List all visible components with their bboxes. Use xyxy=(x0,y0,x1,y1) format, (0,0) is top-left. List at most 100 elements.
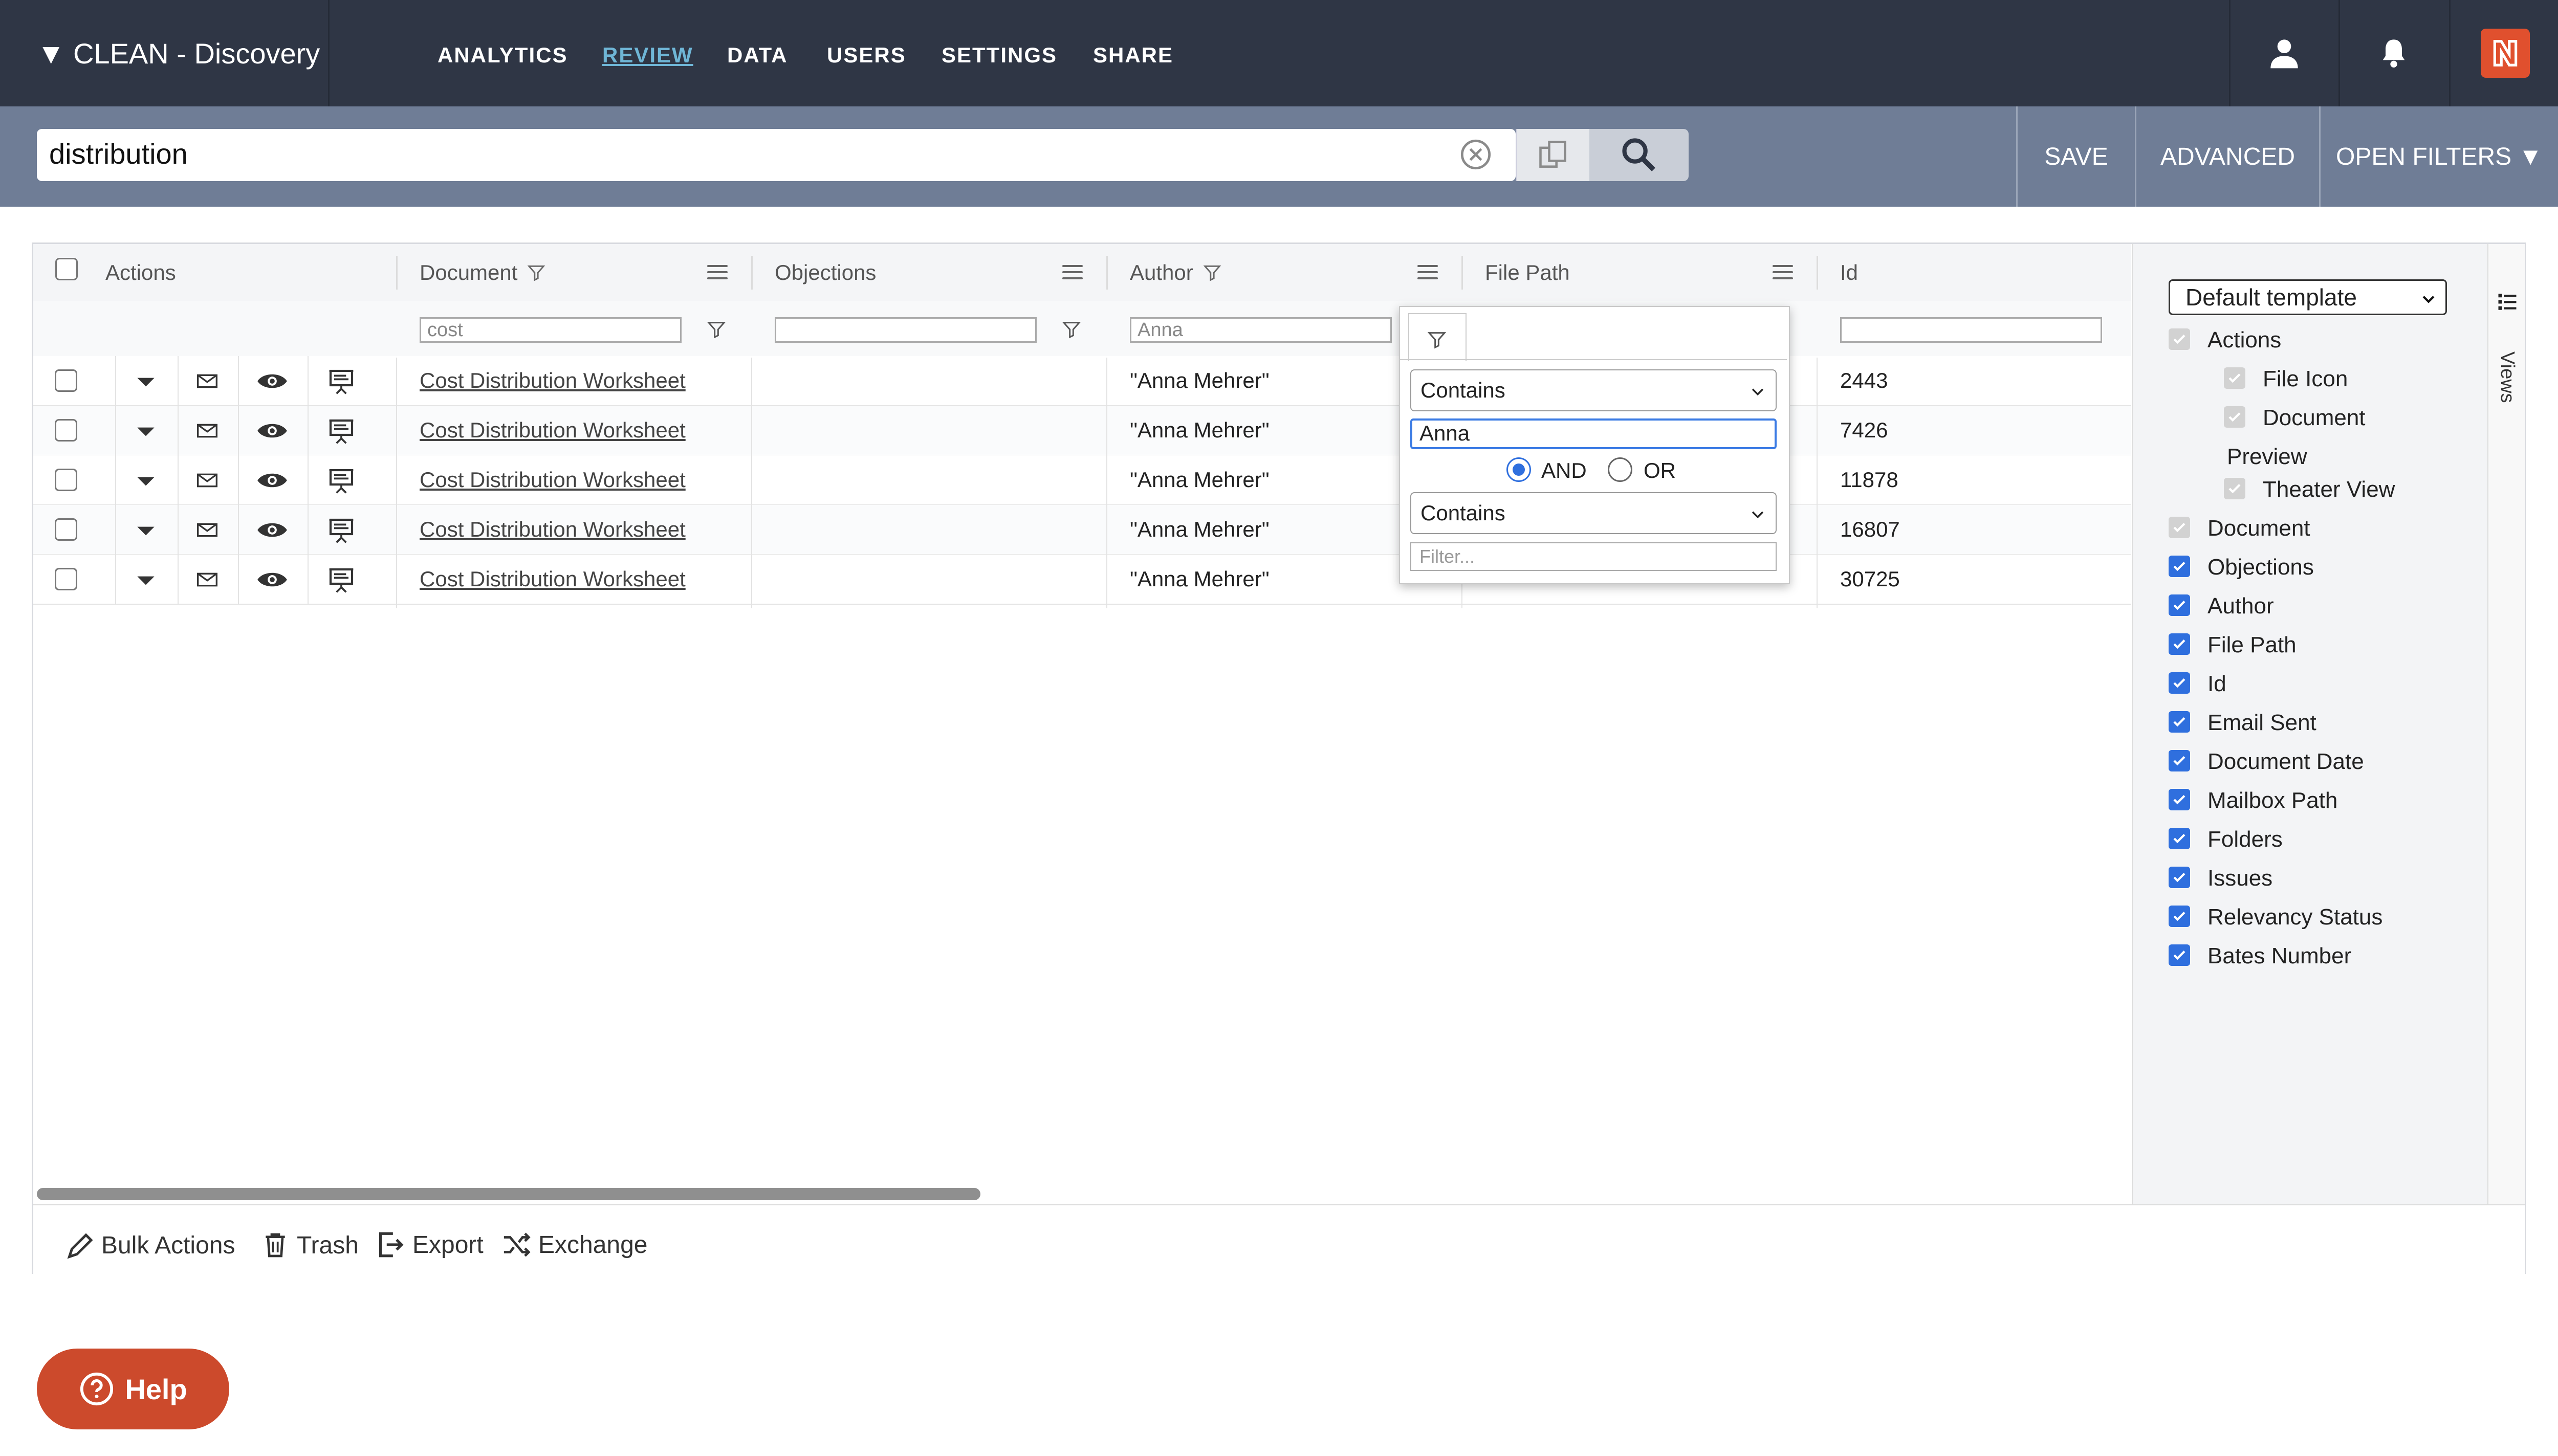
column-toggle-checkbox[interactable] xyxy=(2169,633,2190,655)
caret-down-icon[interactable] xyxy=(136,424,156,439)
objections-filter-input[interactable] xyxy=(775,317,1037,343)
envelope-icon[interactable] xyxy=(197,522,217,538)
column-resize-handle[interactable] xyxy=(1461,256,1463,290)
column-header-objections[interactable]: Objections xyxy=(775,244,876,301)
nav-review[interactable]: REVIEW xyxy=(602,43,693,68)
brand-logo-button[interactable] xyxy=(2449,0,2558,106)
filter-funnel-icon xyxy=(1203,265,1221,281)
caret-down-icon[interactable] xyxy=(136,374,156,390)
column-header-file-path[interactable]: File Path xyxy=(1485,244,1570,301)
filter-funnel-icon[interactable] xyxy=(706,319,727,340)
caret-down-icon[interactable] xyxy=(136,573,156,588)
column-toggle-checkbox[interactable] xyxy=(2169,867,2190,888)
eye-icon[interactable] xyxy=(256,520,288,540)
document-link[interactable]: Cost Distribution Worksheet xyxy=(420,555,686,604)
eye-icon[interactable] xyxy=(256,421,288,440)
column-resize-handle[interactable] xyxy=(1106,256,1108,290)
copy-search-button[interactable] xyxy=(1516,129,1590,181)
column-toggle-checkbox[interactable] xyxy=(2169,594,2190,616)
exchange-button[interactable]: Exchange xyxy=(501,1230,648,1260)
and-radio[interactable] xyxy=(1506,457,1531,482)
notifications-button[interactable] xyxy=(2338,0,2447,106)
column-toggle-checkbox[interactable] xyxy=(2169,789,2190,810)
user-icon xyxy=(2270,39,2298,69)
column-header-id[interactable]: Id xyxy=(1840,244,1858,301)
help-button[interactable]: Help xyxy=(37,1349,229,1429)
caret-down-icon[interactable] xyxy=(136,523,156,539)
document-link[interactable]: Cost Distribution Worksheet xyxy=(420,356,686,405)
chevron-down-icon xyxy=(1752,511,1764,519)
column-resize-handle[interactable] xyxy=(751,256,753,290)
popup-filter-tab[interactable] xyxy=(1408,313,1467,361)
clear-search-button[interactable] xyxy=(1459,138,1492,171)
condition-select-2[interactable]: Contains xyxy=(1410,492,1777,534)
envelope-icon[interactable] xyxy=(197,572,217,587)
horizontal-scrollbar[interactable] xyxy=(37,1188,980,1200)
eye-icon[interactable] xyxy=(256,570,288,589)
column-header-author[interactable]: Author xyxy=(1130,244,1222,301)
template-select[interactable]: Default template xyxy=(2169,279,2447,315)
filter-funnel-icon[interactable] xyxy=(1061,319,1082,340)
condition-select-1[interactable]: Contains xyxy=(1410,369,1777,411)
row-checkbox[interactable] xyxy=(55,419,77,442)
envelope-icon[interactable] xyxy=(197,423,217,438)
caret-down-icon[interactable] xyxy=(136,474,156,489)
column-menu-icon[interactable] xyxy=(707,265,728,280)
document-link[interactable]: Cost Distribution Worksheet xyxy=(420,455,686,504)
column-menu-icon[interactable] xyxy=(1062,265,1083,280)
open-filters-button[interactable]: OPEN FILTERS ▼ xyxy=(2319,106,2558,207)
column-resize-handle[interactable] xyxy=(1817,256,1818,290)
column-header-document[interactable]: Document xyxy=(420,244,546,301)
presentation-icon[interactable] xyxy=(327,467,356,495)
advanced-button[interactable]: ADVANCED xyxy=(2135,106,2319,207)
presentation-icon[interactable] xyxy=(327,566,356,594)
column-menu-icon[interactable] xyxy=(1773,265,1793,280)
presentation-icon[interactable] xyxy=(327,417,356,446)
eye-icon[interactable] xyxy=(256,371,288,391)
column-menu-icon[interactable] xyxy=(1417,265,1438,280)
row-checkbox[interactable] xyxy=(55,369,77,392)
document-link[interactable]: Cost Distribution Worksheet xyxy=(420,406,686,455)
nav-users[interactable]: USERS xyxy=(827,43,906,68)
eye-icon[interactable] xyxy=(256,471,288,490)
nav-analytics[interactable]: ANALYTICS xyxy=(438,43,567,68)
id-filter-input[interactable] xyxy=(1840,317,2102,343)
document-link[interactable]: Cost Distribution Worksheet xyxy=(420,505,686,554)
nav-share[interactable]: SHARE xyxy=(1093,43,1173,68)
shuffle-icon xyxy=(504,1232,531,1257)
column-toggle-checkbox[interactable] xyxy=(2169,556,2190,577)
envelope-icon[interactable] xyxy=(197,373,217,389)
envelope-icon[interactable] xyxy=(197,473,217,488)
views-sidebar-tab[interactable]: Views xyxy=(2487,244,2525,1206)
column-toggle-checkbox[interactable] xyxy=(2169,672,2190,694)
search-input[interactable] xyxy=(37,129,1516,181)
export-label: Export xyxy=(412,1231,484,1259)
user-profile-button[interactable] xyxy=(2229,0,2338,106)
column-resize-handle[interactable] xyxy=(396,256,398,290)
column-toggle-checkbox[interactable] xyxy=(2169,944,2190,966)
column-toggle-checkbox[interactable] xyxy=(2169,711,2190,733)
trash-button[interactable]: Trash xyxy=(261,1230,359,1261)
row-checkbox[interactable] xyxy=(55,518,77,541)
column-divider xyxy=(1106,358,1107,608)
presentation-icon[interactable] xyxy=(327,367,356,396)
presentation-icon[interactable] xyxy=(327,516,356,545)
select-all-checkbox[interactable] xyxy=(55,258,78,280)
filter-value-input-2[interactable]: Filter... xyxy=(1410,542,1777,571)
bulk-actions-button[interactable]: Bulk Actions xyxy=(65,1230,235,1261)
save-button[interactable]: SAVE xyxy=(2016,106,2135,207)
column-toggle-checkbox[interactable] xyxy=(2169,828,2190,849)
app-title-dropdown[interactable]: ▼ CLEAN - Discovery xyxy=(0,0,330,106)
column-toggle-checkbox[interactable] xyxy=(2169,750,2190,771)
author-filter-input[interactable]: Anna xyxy=(1130,317,1392,343)
export-button[interactable]: Export xyxy=(376,1230,484,1260)
search-button[interactable] xyxy=(1589,129,1689,181)
filter-value-input-1[interactable]: Anna xyxy=(1410,418,1777,449)
or-radio[interactable] xyxy=(1608,457,1632,482)
row-checkbox[interactable] xyxy=(55,469,77,491)
column-toggle-checkbox[interactable] xyxy=(2169,906,2190,927)
nav-settings[interactable]: SETTINGS xyxy=(942,43,1057,68)
row-checkbox[interactable] xyxy=(55,568,77,590)
nav-data[interactable]: DATA xyxy=(727,43,788,68)
document-filter-input[interactable]: cost xyxy=(420,317,682,343)
